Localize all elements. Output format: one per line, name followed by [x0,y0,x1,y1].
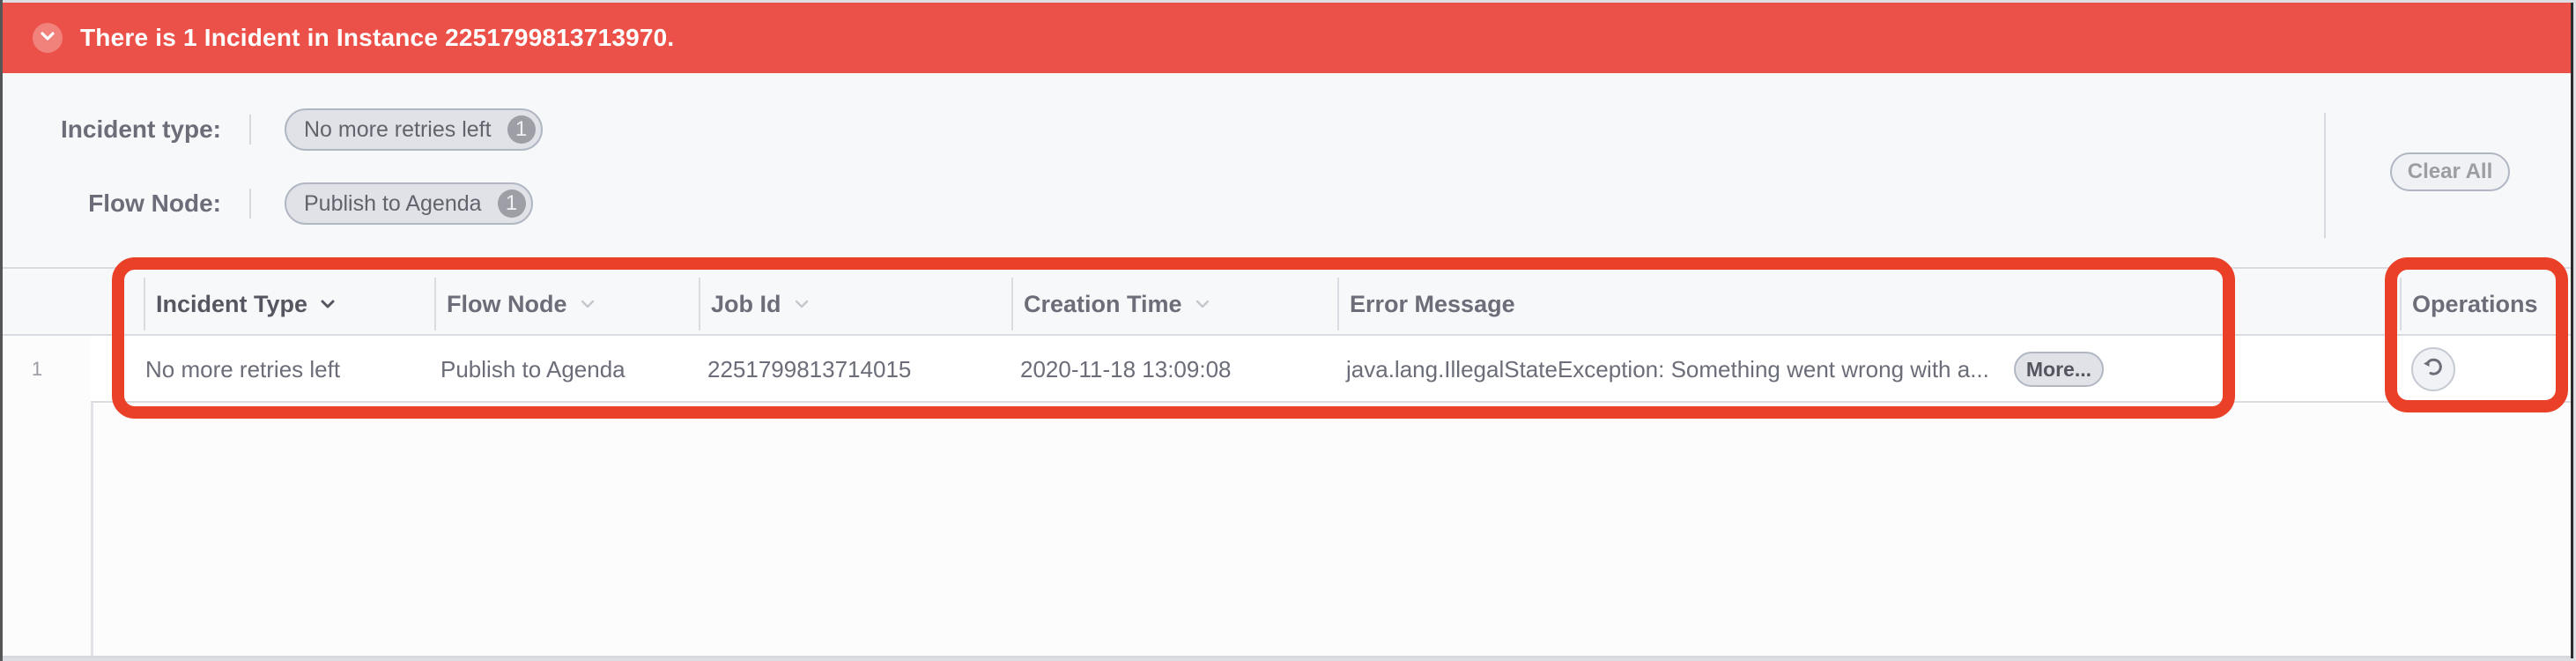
column-label: Incident Type [156,290,308,317]
chevron-down-icon [40,30,56,46]
clear-all-button[interactable]: Clear All [2390,152,2510,191]
cell-creation-time: 2020-11-18 13:09:08 [1020,355,1232,382]
column-label: Job Id [711,290,781,317]
cell-flow-node: Publish to Agenda [440,355,625,382]
filter-row-flow-node: Flow Node: Publish to Agenda 1 [3,182,533,225]
pill-count-badge: 1 [497,189,526,218]
incidents-table: Incident Type Flow Node Job Id Creation … [3,267,2571,658]
cell-operations [2411,336,2455,403]
filter-label-incident-type: Incident type: [60,115,221,143]
cell-error-message: java.lang.IllegalStateException: Somethi… [1346,336,2104,403]
table-row[interactable]: No more retries left Publish to Agenda 2… [91,336,2571,403]
filter-separator [249,189,251,219]
sort-chevron-icon [580,299,596,309]
collapse-toggle-button[interactable] [33,23,63,53]
table-bottom-border [3,656,2571,658]
column-header-operations: Operations [2400,278,2558,330]
filter-label-flow-node: Flow Node: [88,189,221,217]
column-label: Creation Time [1024,290,1182,317]
column-label: Operations [2412,290,2538,317]
column-header-creation-time[interactable]: Creation Time [1011,278,1337,330]
pill-label: Publish to Agenda [304,190,482,216]
column-header-flow-node[interactable]: Flow Node [434,278,699,330]
sort-chevron-icon [1195,299,1210,309]
column-header-job-id[interactable]: Job Id [699,278,1011,330]
column-header-incident-type[interactable]: Incident Type [144,278,434,330]
filters-divider [2324,113,2326,238]
sort-chevron-icon [320,299,336,309]
cell-incident-type: No more retries left [145,355,341,382]
incidents-panel: There is 1 Incident in Instance 22517998… [3,3,2573,658]
more-button[interactable]: More... [2013,352,2104,387]
table-header: Incident Type Flow Node Job Id Creation … [3,269,2571,336]
error-message-text: java.lang.IllegalStateException: Somethi… [1346,355,1989,382]
filter-pill-no-more-retries[interactable]: No more retries left 1 [285,108,543,151]
row-number: 1 [31,358,43,380]
incident-filters: Incident type: No more retries left 1 Fl… [3,73,2571,267]
column-header-error-message: Error Message [1337,278,2395,330]
banner-title: There is 1 Incident in Instance 22517998… [80,24,675,51]
column-label: Flow Node [447,290,567,317]
column-label: Error Message [1350,290,1515,317]
filter-pill-publish-to-agenda[interactable]: Publish to Agenda 1 [285,182,533,225]
pill-count-badge: 1 [507,115,536,144]
sort-chevron-icon [794,299,810,309]
cell-job-id: 2251799813714015 [707,355,912,382]
retry-button[interactable] [2411,347,2455,391]
retry-icon [2420,353,2446,386]
incident-banner: There is 1 Incident in Instance 22517998… [3,3,2571,73]
filter-row-incident-type: Incident type: No more retries left 1 [3,108,543,151]
pill-label: No more retries left [304,116,492,142]
filter-separator [249,115,251,145]
